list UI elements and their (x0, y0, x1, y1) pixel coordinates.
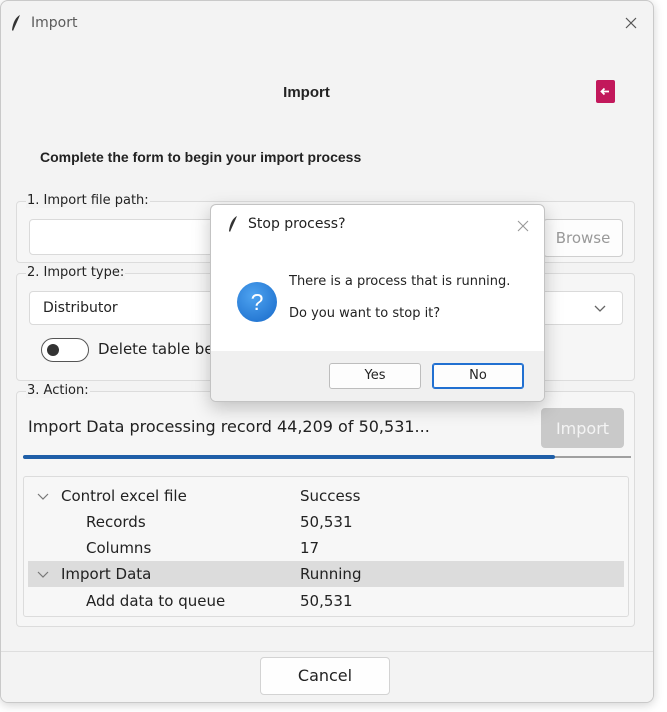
chevron-down-icon (594, 305, 606, 312)
tree-row-value: Success (300, 487, 361, 505)
process-tree[interactable]: Control excel file Success Records 50,53… (23, 476, 629, 617)
chevron-down-icon[interactable] (36, 567, 50, 581)
progress-bar (23, 455, 631, 459)
exit-icon (600, 87, 609, 96)
tree-row-name: Records (86, 513, 146, 531)
import-type-value: Distributor (43, 300, 118, 316)
tree-row-value: 17 (300, 539, 320, 557)
chevron-down-icon[interactable] (36, 489, 50, 503)
tree-row[interactable]: Import Data Running (28, 561, 624, 587)
tree-row[interactable]: Add data to queue 50,531 (24, 588, 628, 614)
tree-row[interactable]: Columns 17 (24, 535, 628, 561)
close-icon[interactable] (623, 15, 639, 31)
toggle-knob (47, 344, 59, 356)
close-icon[interactable] (516, 219, 530, 233)
action-label: 3. Action: (26, 383, 90, 398)
cancel-button[interactable]: Cancel (260, 657, 390, 695)
tree-row-name: Import Data (61, 565, 152, 583)
exit-button[interactable] (596, 80, 615, 103)
feather-icon (12, 15, 20, 31)
feather-icon (229, 216, 237, 232)
tree-row-value: 50,531 (300, 513, 353, 531)
tree-row-value: 50,531 (300, 592, 353, 610)
import-button[interactable]: Import (541, 408, 624, 448)
delete-table-toggle[interactable] (41, 338, 89, 362)
stop-process-dialog: Stop process? ? There is a process that … (210, 204, 545, 402)
progress-fill (23, 455, 555, 459)
tree-row-name: Add data to queue (86, 592, 226, 610)
import-type-label: 2. Import type: (26, 265, 126, 280)
page-title: Import (283, 84, 330, 101)
tree-row-name: Columns (86, 539, 152, 557)
no-button[interactable]: No (432, 363, 524, 389)
tree-row-value: Running (300, 565, 362, 583)
dialog-body: ? There is a process that is running. Do… (211, 245, 544, 351)
action-section: 3. Action: Import Data processing record… (16, 383, 635, 627)
dialog-message-line1: There is a process that is running. (289, 274, 511, 289)
tree-row[interactable]: Control excel file Success (24, 483, 628, 509)
window-title: Import (31, 15, 78, 31)
yes-button[interactable]: Yes (329, 363, 421, 389)
delete-table-label: Delete table be (98, 340, 214, 358)
question-icon: ? (237, 282, 277, 322)
title-bar: Import (1, 1, 653, 45)
status-text: Import Data processing record 44,209 of … (28, 417, 430, 436)
tree-row[interactable]: Records 50,531 (24, 509, 628, 535)
browse-button[interactable]: Browse (543, 219, 623, 257)
tree-row-name: Control excel file (61, 487, 187, 505)
form-instructions: Complete the form to begin your import p… (40, 149, 362, 165)
file-path-label: 1. Import file path: (26, 193, 150, 208)
dialog-title: Stop process? (248, 216, 346, 232)
dialog-message-line2: Do you want to stop it? (289, 306, 441, 321)
